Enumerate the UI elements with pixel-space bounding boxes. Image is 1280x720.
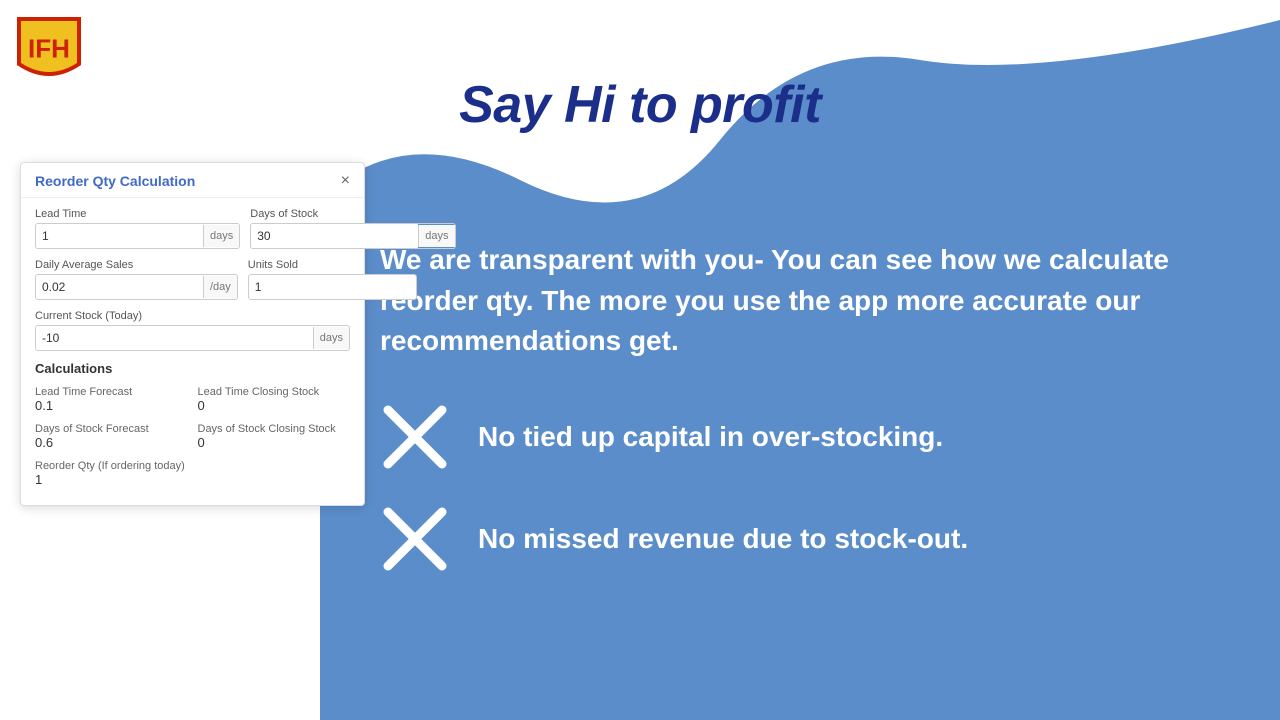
lead-time-forecast-label: Lead Time Forecast <box>35 386 188 398</box>
calculations-section-title: Calculations <box>35 361 350 376</box>
days-of-stock-label: Days of Stock <box>250 208 455 220</box>
current-stock-input[interactable] <box>36 326 313 350</box>
benefit-text-1: No tied up capital in over-stocking. <box>478 421 943 453</box>
daily-avg-sales-unit: /day <box>203 276 237 298</box>
benefit-row-1: No tied up capital in over-stocking. <box>380 402 1220 472</box>
lead-time-unit: days <box>203 225 239 247</box>
reorder-qty: Reorder Qty (If ordering today) 1 <box>35 460 350 487</box>
reorder-qty-value: 1 <box>35 472 350 487</box>
lead-time-forecast-value: 0.1 <box>35 398 188 413</box>
units-sold-input[interactable] <box>249 275 416 299</box>
x-mark-icon-2 <box>380 504 450 574</box>
x-mark-icon-1 <box>380 402 450 472</box>
close-button[interactable]: × <box>341 173 350 189</box>
page-title: Say Hi to profit <box>0 75 1280 135</box>
reorder-qty-label: Reorder Qty (If ordering today) <box>35 460 350 472</box>
days-stock-forecast: Days of Stock Forecast 0.6 <box>35 423 188 450</box>
lead-time-forecast: Lead Time Forecast 0.1 <box>35 386 188 413</box>
days-of-stock-input[interactable] <box>251 224 418 248</box>
description-text: We are transparent with you- You can see… <box>380 240 1200 362</box>
lead-time-label: Lead Time <box>35 208 240 220</box>
days-stock-closing-label: Days of Stock Closing Stock <box>198 423 351 435</box>
benefit-text-2: No missed revenue due to stock-out. <box>478 523 968 555</box>
svg-text:IFH: IFH <box>28 33 70 63</box>
days-of-stock-unit: days <box>418 225 454 247</box>
days-stock-forecast-value: 0.6 <box>35 435 188 450</box>
days-stock-closing: Days of Stock Closing Stock 0 <box>198 423 351 450</box>
units-sold-label: Units Sold <box>248 259 417 271</box>
logo: IFH <box>14 14 84 84</box>
current-stock-unit: days <box>313 327 349 349</box>
days-stock-forecast-label: Days of Stock Forecast <box>35 423 188 435</box>
days-stock-closing-value: 0 <box>198 435 351 450</box>
lead-time-closing-stock: Lead Time Closing Stock 0 <box>198 386 351 413</box>
daily-avg-sales-input[interactable] <box>36 275 203 299</box>
calc-card: Reorder Qty Calculation × Lead Time days… <box>20 162 365 506</box>
current-stock-label: Current Stock (Today) <box>35 310 350 322</box>
benefit-row-2: No missed revenue due to stock-out. <box>380 504 1220 574</box>
daily-avg-sales-label: Daily Average Sales <box>35 259 238 271</box>
calc-card-title: Reorder Qty Calculation <box>35 173 195 189</box>
lead-time-input[interactable] <box>36 224 203 248</box>
lead-time-closing-stock-value: 0 <box>198 398 351 413</box>
lead-time-closing-stock-label: Lead Time Closing Stock <box>198 386 351 398</box>
